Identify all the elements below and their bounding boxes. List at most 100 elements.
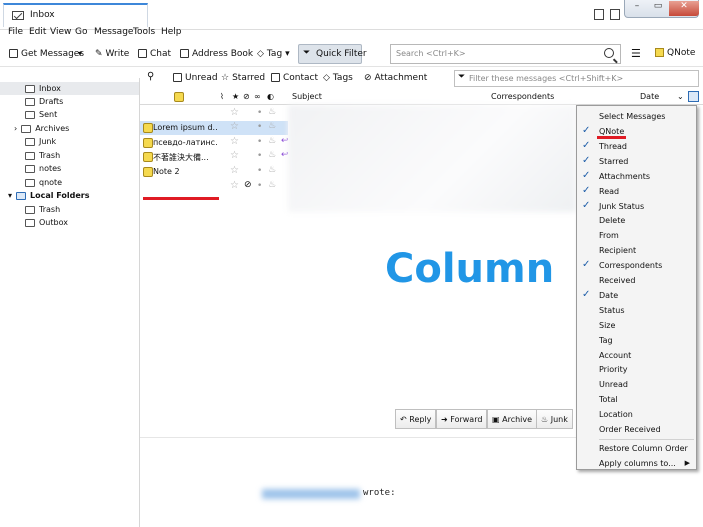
chat-button[interactable]: Chat — [138, 45, 171, 63]
folder-sent[interactable]: Sent — [25, 108, 57, 121]
menu-item-restore-column-order[interactable]: Restore Column Order — [577, 442, 696, 457]
write-button[interactable]: ✎ Write — [95, 45, 129, 63]
junk-flame-icon[interactable]: ♨ — [268, 165, 276, 175]
menu-item-tag[interactable]: Tag — [577, 334, 696, 349]
filter-messages-input[interactable]: ⏷ Filter these messages <Ctrl+Shift+K> — [454, 70, 699, 87]
calendar-icon[interactable] — [594, 9, 604, 20]
read-dot-icon[interactable]: • — [257, 166, 262, 176]
folder-junk[interactable]: Junk — [25, 135, 56, 148]
star-icon[interactable]: ☆ — [230, 150, 239, 161]
menu-item-recipient[interactable]: Recipient — [577, 244, 696, 259]
menu-item-thread[interactable]: ✓ Thread — [577, 140, 696, 155]
table-row[interactable]: псевдо-латинс... ☆ • ♨ — [140, 136, 288, 150]
get-messages-dropdown[interactable]: ▾ — [78, 45, 82, 63]
folder-inbox[interactable]: Inbox — [0, 82, 139, 95]
table-row[interactable]: Note 2 ☆ • ♨ — [140, 165, 288, 179]
read-dot-icon[interactable]: • — [257, 122, 262, 132]
pin-icon[interactable]: ⚲ — [147, 71, 154, 82]
read-dot-icon[interactable]: • — [257, 108, 262, 118]
attachment-column-icon[interactable]: ⊘ — [243, 92, 250, 101]
read-dot-icon[interactable]: • — [257, 151, 262, 161]
menu-item-status[interactable]: Status — [577, 304, 696, 319]
junk-flame-icon[interactable]: ♨ — [268, 136, 276, 146]
menu-item-junk-status[interactable]: ✓ Junk Status — [577, 200, 696, 215]
menu-item-starred[interactable]: ✓ Starred — [577, 155, 696, 170]
menu-item-from[interactable]: From — [577, 229, 696, 244]
menu-tools[interactable]: Tools — [133, 27, 155, 37]
filter-contact-button[interactable]: Contact — [271, 69, 318, 87]
star-icon[interactable]: ☆ — [230, 107, 239, 118]
junk-flame-icon[interactable]: ♨ — [268, 180, 276, 190]
forward-button[interactable]: ➜ Forward — [436, 409, 488, 429]
qnote-column-icon[interactable] — [174, 92, 184, 102]
menu-item-unread[interactable]: Unread — [577, 378, 696, 393]
menu-item-received[interactable]: Received — [577, 274, 696, 289]
column-picker-icon[interactable] — [688, 91, 699, 102]
junk-flame-icon[interactable]: ♨ — [268, 121, 276, 131]
reply-button[interactable]: ↶ Reply — [395, 409, 437, 429]
junk-flame-icon[interactable]: ♨ — [268, 150, 276, 160]
folder-trash[interactable]: Trash — [25, 149, 60, 162]
read-column-icon[interactable]: ∞ — [254, 92, 261, 101]
search-input[interactable]: Search <Ctrl+K> — [390, 44, 621, 64]
column-correspondents[interactable]: Correspondents — [491, 92, 554, 101]
table-row[interactable]: 不著誰決大備... ☆ • ♨ — [140, 150, 288, 164]
filter-tags-button[interactable]: ◇ Tags — [323, 69, 353, 87]
menu-item-location[interactable]: Location — [577, 408, 696, 423]
menu-file[interactable]: File — [8, 27, 23, 37]
menu-item-read[interactable]: ✓ Read — [577, 185, 696, 200]
folder-local-trash[interactable]: Trash — [25, 203, 60, 216]
menu-item-delete[interactable]: Delete — [577, 214, 696, 229]
menu-item-select-messages[interactable]: Select Messages — [577, 110, 696, 125]
address-book-button[interactable]: Address Book — [180, 45, 253, 63]
folder-notes[interactable]: notes — [25, 162, 61, 175]
folder-outbox[interactable]: Outbox — [25, 216, 68, 229]
table-row[interactable]: ☆ ⊘ • ♨ — [140, 180, 288, 194]
junk-column-icon[interactable]: ◐ — [267, 92, 274, 101]
menu-go[interactable]: Go — [75, 27, 87, 37]
folder-drafts[interactable]: Drafts — [25, 95, 63, 108]
menu-item-correspondents[interactable]: ✓ Correspondents — [577, 259, 696, 274]
star-icon[interactable]: ☆ — [230, 180, 239, 191]
close-button[interactable]: ✕ — [669, 1, 699, 16]
filter-unread-button[interactable]: Unread — [173, 69, 218, 87]
junk-flame-icon[interactable]: ♨ — [268, 107, 276, 117]
tag-button[interactable]: ◇ Tag ▾ — [257, 45, 290, 63]
minimize-button[interactable]: – — [627, 1, 647, 16]
junk-button[interactable]: ♨ Junk — [536, 409, 573, 429]
folder-archives[interactable]: › Archives — [14, 122, 69, 135]
folder-local-folders[interactable]: ▾ Local Folders — [8, 189, 90, 202]
column-subject[interactable]: Subject — [292, 92, 322, 101]
thread-column-icon[interactable]: ⌇ — [220, 92, 224, 101]
tab-inbox[interactable]: Inbox — [3, 3, 148, 27]
get-messages-button[interactable]: Get Messages — [9, 45, 84, 63]
menu-item-account[interactable]: Account — [577, 349, 696, 364]
menu-item-apply-columns-to[interactable]: Apply columns to... ▶ — [577, 457, 696, 472]
quick-filter-button[interactable]: ⏷ Quick Filter — [298, 44, 367, 64]
menu-item-date[interactable]: ✓ Date — [577, 289, 696, 304]
filter-attachment-button[interactable]: ⊘ Attachment — [364, 69, 427, 87]
hamburger-menu-icon[interactable]: ☰ — [631, 47, 641, 60]
menu-view[interactable]: View — [50, 27, 71, 37]
menu-item-order-received[interactable]: Order Received — [577, 423, 696, 438]
folder-qnote[interactable]: qnote — [25, 176, 62, 189]
column-date[interactable]: Date — [640, 92, 659, 101]
star-icon[interactable]: ☆ — [230, 121, 239, 132]
menu-help[interactable]: Help — [161, 27, 182, 37]
star-icon[interactable]: ☆ — [230, 136, 239, 147]
tasks-icon[interactable] — [610, 9, 620, 20]
star-column-icon[interactable]: ★ — [232, 92, 239, 101]
star-icon[interactable]: ☆ — [230, 165, 239, 176]
maximize-button[interactable]: ▭ — [648, 1, 668, 16]
menu-edit[interactable]: Edit — [29, 27, 46, 37]
menu-item-attachments[interactable]: ✓ Attachments — [577, 170, 696, 185]
read-dot-icon[interactable]: • — [257, 181, 262, 191]
table-row[interactable]: Lorem ipsum d... ☆ • ♨ — [140, 121, 288, 135]
read-dot-icon[interactable]: • — [257, 137, 262, 147]
menu-item-qnote[interactable]: ✓ QNote — [577, 125, 696, 140]
archive-button[interactable]: ▣ Archive — [487, 409, 538, 429]
filter-starred-button[interactable]: ☆ Starred — [221, 69, 265, 87]
menu-item-total[interactable]: Total — [577, 393, 696, 408]
menu-item-priority[interactable]: Priority — [577, 363, 696, 378]
qnote-toolbar-button[interactable]: QNote — [655, 48, 695, 58]
